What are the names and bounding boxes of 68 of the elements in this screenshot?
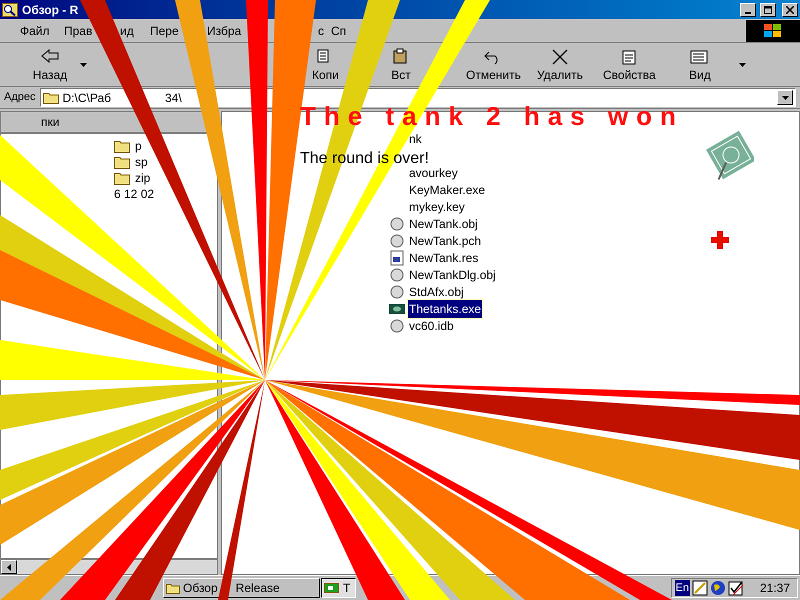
taskbar-button[interactable]: Обзор Release — [163, 578, 320, 598]
toolbar-button[interactable]: Вид — [687, 46, 713, 83]
pencil-icon[interactable] — [692, 580, 708, 596]
round-file-icon — [389, 284, 405, 300]
menu-item[interactable]: Избра — [207, 22, 242, 40]
language-indicator[interactable]: En — [674, 580, 690, 596]
file-item[interactable]: avourkey — [408, 164, 459, 182]
close-icon — [786, 6, 794, 14]
window-title: Обзор - R — [22, 2, 78, 18]
round-file-icon — [389, 216, 405, 232]
x-icon — [550, 48, 570, 66]
maximize-icon — [764, 6, 772, 14]
toolbar-button[interactable]: Вст — [389, 46, 413, 83]
minimize-icon — [745, 12, 751, 14]
folder-icon — [166, 582, 180, 594]
address-label: Адрес — [4, 90, 36, 106]
menu-item[interactable]: Прав — [64, 22, 92, 40]
toolbar-button[interactable]: Удалить — [535, 46, 585, 83]
checkbox-icon[interactable] — [728, 580, 744, 596]
file-item[interactable]: KeyMaker.exe — [408, 180, 486, 198]
toolbar-button[interactable]: Отменить — [464, 46, 523, 83]
round-file-icon — [389, 232, 405, 248]
windows-logo — [746, 20, 800, 42]
file-item[interactable]: NewTank.obj — [408, 214, 479, 232]
document-icon — [389, 250, 405, 266]
toolbar-button[interactable]: Свойства — [601, 46, 658, 83]
list-icon — [690, 48, 710, 66]
file-item[interactable]: nk — [408, 130, 423, 148]
file-item[interactable]: StdAfx.obj — [408, 282, 465, 300]
toolbar-button[interactable]: Копи — [310, 46, 341, 83]
tree-item[interactable]: 6 12 02 — [114, 185, 154, 203]
round-file-icon — [389, 318, 405, 334]
file-item[interactable]: Thetanks.exe — [408, 300, 482, 318]
caret-icon — [782, 96, 788, 100]
magnifier-icon — [2, 2, 18, 16]
menu-item[interactable]: Пере — [150, 22, 179, 40]
menu-item[interactable]: с — [318, 22, 324, 40]
file-item[interactable]: NewTank.res — [408, 248, 480, 266]
tree-item[interactable]: zip — [135, 169, 150, 187]
left-arrow-icon — [40, 48, 60, 66]
scroll-left-button[interactable] — [1, 560, 17, 574]
globe-icon[interactable] — [710, 580, 726, 596]
taskbar-button[interactable]: T — [321, 578, 356, 598]
tree-item[interactable]: sp — [135, 153, 148, 171]
folder-icon — [114, 171, 130, 185]
minimize-button[interactable] — [740, 2, 756, 16]
tree-item[interactable]: p — [135, 137, 142, 155]
caret-icon — [739, 62, 746, 66]
cross-icon — [711, 231, 729, 249]
round-file-icon — [389, 266, 405, 282]
toolbar-button[interactable]: Назад — [30, 46, 70, 83]
menu-item[interactable]: Файл — [20, 22, 50, 40]
file-item[interactable]: mykey.key — [408, 198, 466, 216]
file-item[interactable]: NewTank.pch — [408, 232, 482, 250]
dropdown-button[interactable] — [777, 90, 793, 105]
clock: 21:37 — [760, 580, 790, 597]
folder-icon — [114, 139, 130, 153]
caret-icon — [80, 62, 87, 66]
tank-icon — [324, 582, 340, 594]
menu-item[interactable]: ид — [120, 22, 134, 40]
left-triangle-icon — [7, 564, 11, 570]
close-button[interactable] — [782, 2, 798, 16]
folder-icon — [42, 91, 58, 104]
maximize-button[interactable] — [760, 2, 776, 16]
menu-item[interactable]: Сп — [331, 22, 346, 40]
folder-icon — [114, 155, 130, 169]
file-item[interactable]: NewTankDlg.obj — [408, 266, 497, 284]
file-item[interactable]: vc60.idb — [408, 316, 455, 334]
